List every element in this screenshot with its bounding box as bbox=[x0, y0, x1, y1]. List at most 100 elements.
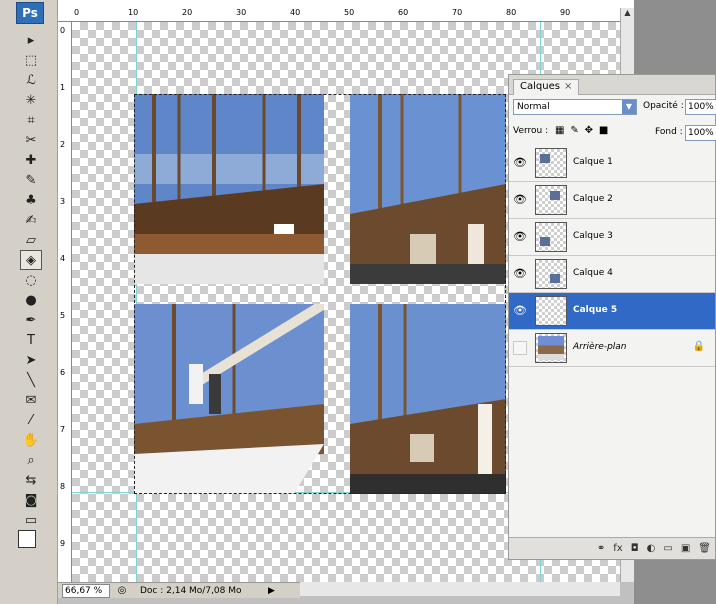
zoom-icon[interactable]: ⌕ bbox=[20, 450, 42, 470]
ruler-tick-label: 10 bbox=[128, 8, 139, 17]
eye-icon[interactable]: 👁 bbox=[513, 230, 527, 244]
layer-thumbnail bbox=[535, 185, 567, 215]
slice-icon[interactable]: ✂ bbox=[20, 130, 42, 150]
layer-name: Calque 5 bbox=[573, 305, 618, 315]
dodge-icon[interactable]: ● bbox=[20, 290, 42, 310]
thumbnail-content bbox=[540, 237, 550, 246]
swap-colors-icon[interactable]: ⇆ bbox=[20, 470, 42, 490]
layer-row[interactable]: 👁 Calque 1 bbox=[509, 145, 715, 182]
magic-wand-icon[interactable]: ✳ bbox=[20, 90, 42, 110]
layer-name: Calque 1 bbox=[573, 157, 613, 167]
document-size-info: Doc : 2,14 Mo/7,08 Mo bbox=[140, 585, 242, 596]
link-icon[interactable]: ⚭ bbox=[597, 543, 605, 554]
type-icon[interactable]: T bbox=[20, 330, 42, 350]
ruler-tick-label: 60 bbox=[398, 8, 409, 17]
visibility-toggle[interactable] bbox=[513, 341, 527, 355]
scroll-up-icon[interactable]: ▲ bbox=[621, 8, 634, 21]
layers-footer: ⚭ fx ◘ ◐ ▭ ▣ 🗑 bbox=[509, 537, 715, 559]
horizontal-ruler[interactable]: 0 10 20 30 40 50 60 70 80 90 bbox=[58, 8, 620, 22]
ruler-tick-label: 0 bbox=[60, 26, 66, 35]
lock-icon: 🔒 bbox=[692, 341, 705, 352]
fx-icon[interactable]: fx bbox=[613, 543, 622, 554]
eyedropper-icon[interactable]: ⁄ bbox=[20, 410, 42, 430]
zoom-level-field[interactable]: 66,67 % bbox=[62, 583, 110, 598]
horizontal-scrollbar[interactable] bbox=[300, 582, 620, 596]
crop-icon[interactable]: ⌗ bbox=[20, 110, 42, 130]
layers-panel: Calques × Normal ▼ Opacité : 100% Verrou … bbox=[508, 74, 716, 560]
ruler-tick-label: 7 bbox=[60, 425, 66, 434]
layer-thumbnail bbox=[535, 333, 567, 363]
boat-photo-3 bbox=[134, 304, 324, 494]
lock-pixels-icon[interactable]: ✎ bbox=[570, 125, 578, 136]
lasso-icon[interactable]: ℒ bbox=[20, 70, 42, 90]
line-icon[interactable]: ╲ bbox=[20, 370, 42, 390]
mask-icon[interactable]: ◘ bbox=[631, 543, 639, 554]
fill-field[interactable]: 100% bbox=[685, 125, 716, 141]
stamp-icon[interactable]: ♣ bbox=[20, 190, 42, 210]
ruler-tick-label: 80 bbox=[506, 8, 517, 17]
marquee-icon[interactable]: ⬚ bbox=[20, 50, 42, 70]
ruler-tick-label: 90 bbox=[560, 8, 571, 17]
new-layer-icon[interactable]: ▣ bbox=[681, 543, 690, 554]
ruler-tick-label: 20 bbox=[182, 8, 193, 17]
paint-bucket-icon[interactable]: ◈ bbox=[20, 250, 42, 270]
vertical-ruler[interactable]: 0 1 2 3 4 5 6 7 8 9 bbox=[58, 22, 72, 582]
hand-icon[interactable]: ✋ bbox=[20, 430, 42, 450]
layer-name: Calque 2 bbox=[573, 194, 613, 204]
status-info-icon[interactable]: ◎ bbox=[114, 585, 130, 596]
eye-icon[interactable]: 👁 bbox=[513, 267, 527, 281]
layer-thumbnail bbox=[535, 259, 567, 289]
pen-icon[interactable]: ✒ bbox=[20, 310, 42, 330]
foreground-color-swatch[interactable] bbox=[18, 530, 36, 548]
ruler-tick-label: 0 bbox=[74, 8, 80, 17]
ruler-tick-label: 30 bbox=[236, 8, 247, 17]
ruler-tick-label: 40 bbox=[290, 8, 301, 17]
layer-thumbnail bbox=[535, 148, 567, 178]
group-icon[interactable]: ▭ bbox=[663, 543, 672, 554]
photoshop-logo: Ps bbox=[16, 2, 44, 24]
ruler-tick-label: 2 bbox=[60, 140, 66, 149]
ruler-tick-label: 1 bbox=[60, 83, 66, 92]
tab-calques[interactable]: Calques × bbox=[513, 79, 580, 95]
trash-icon[interactable]: 🗑 bbox=[698, 543, 711, 554]
close-icon[interactable]: × bbox=[564, 81, 572, 92]
layer-row[interactable]: Arrière-plan 🔒 bbox=[509, 330, 715, 367]
lock-position-icon[interactable]: ✥ bbox=[585, 125, 593, 136]
quick-mask-icon[interactable]: ◙ bbox=[20, 490, 42, 510]
layer-row[interactable]: 👁 Calque 5 bbox=[509, 293, 715, 330]
adjustment-icon[interactable]: ◐ bbox=[647, 543, 656, 554]
layer-row[interactable]: 👁 Calque 3 bbox=[509, 219, 715, 256]
blur-icon[interactable]: ◌ bbox=[20, 270, 42, 290]
ruler-tick-label: 8 bbox=[60, 482, 66, 491]
history-brush-icon[interactable]: ✍ bbox=[20, 210, 42, 230]
boat-photo-2 bbox=[350, 94, 506, 284]
chevron-down-icon[interactable]: ▼ bbox=[622, 100, 636, 114]
path-select-icon[interactable]: ➤ bbox=[20, 350, 42, 370]
eye-icon[interactable]: 👁 bbox=[513, 156, 527, 170]
ruler-tick-label: 3 bbox=[60, 197, 66, 206]
ruler-tick-label: 70 bbox=[452, 8, 463, 17]
notes-icon[interactable]: ✉ bbox=[20, 390, 42, 410]
lock-all-icon[interactable]: ■ bbox=[599, 125, 608, 136]
opacity-label: Opacité : bbox=[643, 101, 684, 111]
eraser-icon[interactable]: ▱ bbox=[20, 230, 42, 250]
tools-panel: Ps ▸ ⬚ ℒ ✳ ⌗ ✂ ✚ ✎ ♣ ✍ ▱ ◈ ◌ ● ✒ T ➤ ╲ ✉ ⁄ ✋ ⌕ ⇆ ◙ ▭ bbox=[0, 0, 58, 604]
layer-row[interactable]: 👁 Calque 2 bbox=[509, 182, 715, 219]
opacity-field[interactable]: 100% bbox=[685, 99, 716, 115]
healing-icon[interactable]: ✚ bbox=[20, 150, 42, 170]
layer-row[interactable]: 👁 Calque 4 bbox=[509, 256, 715, 293]
lock-transparency-icon[interactable]: ▦ bbox=[555, 125, 564, 136]
eye-icon[interactable]: 👁 bbox=[513, 304, 527, 318]
move-icon[interactable]: ▸ bbox=[20, 30, 42, 50]
blend-mode-select[interactable]: Normal ▼ bbox=[513, 99, 637, 115]
screen-mode-icon[interactable]: ▭ bbox=[20, 510, 42, 530]
brush-icon[interactable]: ✎ bbox=[20, 170, 42, 190]
thumbnail-content bbox=[550, 191, 560, 200]
ruler-tick-label: 6 bbox=[60, 368, 66, 377]
tab-label: Calques bbox=[520, 81, 560, 92]
eye-icon[interactable]: 👁 bbox=[513, 193, 527, 207]
blend-mode-value: Normal bbox=[517, 102, 550, 112]
layer-name: Calque 3 bbox=[573, 231, 613, 241]
layer-name: Arrière-plan bbox=[573, 342, 627, 352]
status-menu-arrow-icon[interactable]: ▶ bbox=[268, 586, 275, 596]
